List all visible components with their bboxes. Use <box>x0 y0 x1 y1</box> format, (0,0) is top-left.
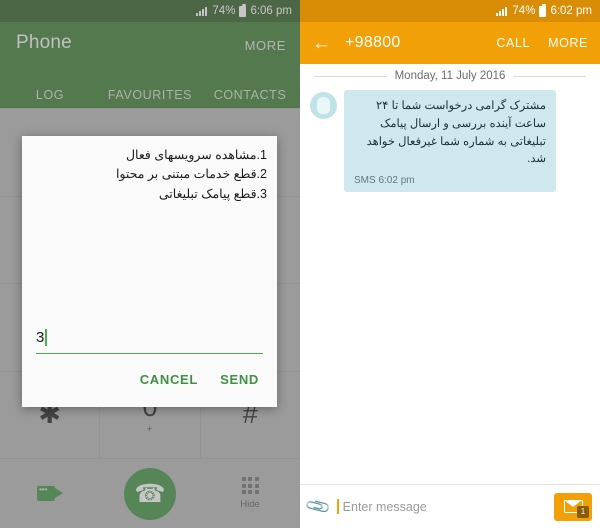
thread-title: +98800 <box>345 34 401 51</box>
message-row: مشترک گرامی درخواست شما تا ۲۴ ساعت آینده… <box>300 90 600 193</box>
text-caret-icon <box>45 329 47 346</box>
ussd-reply-value: 3 <box>36 329 45 346</box>
contact-avatar-icon <box>310 92 337 119</box>
phone-app-panel: 74% 6:06 pm Phone MORE LOG FAVOURITES CO… <box>0 0 300 528</box>
date-rule-right <box>513 75 586 77</box>
battery-icon <box>539 3 547 17</box>
message-input-placeholder: Enter message <box>342 499 427 514</box>
dialog-message: 1.مشاهده سرویسهای فعال 2.قطع خدمات مبتنی… <box>22 136 277 204</box>
dual-screenshot: 74% 6:06 pm Phone MORE LOG FAVOURITES CO… <box>0 0 600 528</box>
send-count-badge: 1 <box>577 505 589 518</box>
messages-app-panel: 74% 6:02 pm ← +98800 CALL MORE Monday, 1… <box>300 0 600 528</box>
back-arrow-icon[interactable]: ← <box>312 34 331 53</box>
date-rule-left <box>314 75 387 77</box>
signal-bars-icon <box>496 6 508 16</box>
dialog-message-line-1: 1.مشاهده سرویسهای فعال <box>125 148 267 162</box>
dialog-message-line-2: 2.قطع خدمات مبتنی بر محتوا <box>115 167 267 182</box>
dialog-actions: CANCEL SEND <box>22 354 277 407</box>
send-message-button[interactable]: 1 <box>554 492 592 521</box>
ussd-reply-input[interactable]: 3 <box>36 322 263 354</box>
date-separator: Monday, 11 July 2016 <box>300 64 600 90</box>
message-text: مشترک گرامی درخواست شما تا ۲۴ ساعت آینده… <box>366 100 546 166</box>
battery-percent-right: 74% <box>512 5 536 17</box>
message-app-bar: ← +98800 CALL MORE <box>300 22 600 64</box>
clock-right: 6:02 pm <box>550 5 592 17</box>
message-meta: SMS 6:02 pm <box>354 175 415 187</box>
status-bar-right: 74% 6:02 pm <box>300 0 600 22</box>
dialog-input-wrapper: 3 <box>22 322 277 354</box>
paperclip-icon[interactable]: 📎 <box>304 492 333 521</box>
message-composer: 📎 Enter message 1 <box>300 484 600 528</box>
more-button-right[interactable]: MORE <box>548 36 588 50</box>
call-action-button[interactable]: CALL <box>496 36 530 50</box>
message-thread: Monday, 11 July 2016 مشترک گرامی درخواست… <box>300 64 600 484</box>
ussd-response-dialog: 1.مشاهده سرویسهای فعال 2.قطع خدمات مبتنی… <box>22 136 277 407</box>
text-caret-icon <box>337 499 339 514</box>
send-button[interactable]: SEND <box>220 372 259 387</box>
message-input[interactable]: Enter message <box>337 499 546 514</box>
message-bubble[interactable]: مشترک گرامی درخواست شما تا ۲۴ ساعت آینده… <box>344 90 556 193</box>
dialog-message-line-3: 3.قطع پیامک تبلیغاتی <box>158 186 267 201</box>
date-separator-label: Monday, 11 July 2016 <box>394 70 506 82</box>
cancel-button[interactable]: CANCEL <box>140 372 198 387</box>
